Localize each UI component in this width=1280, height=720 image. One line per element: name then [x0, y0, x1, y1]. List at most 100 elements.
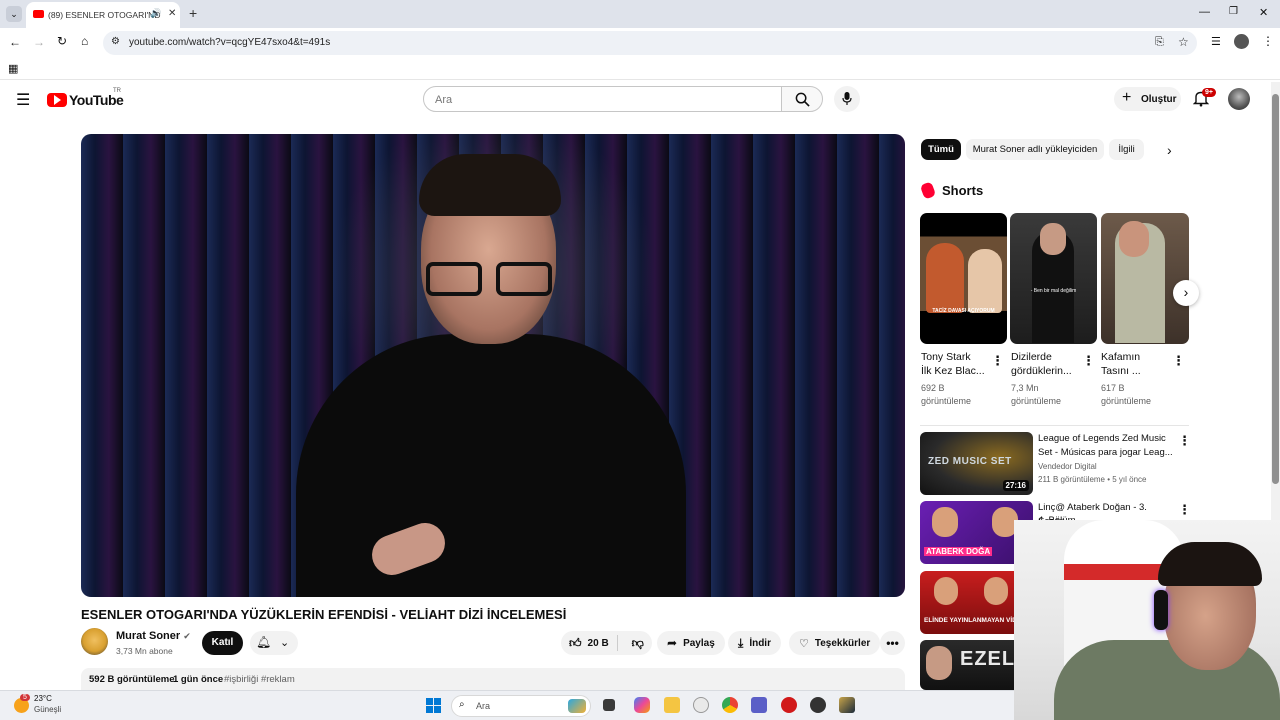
youtube-favicon-icon	[33, 10, 44, 18]
upload-age: 1 gün önce	[173, 674, 224, 685]
related-title[interactable]: Set - Músicas para jogar Leag...	[1038, 446, 1174, 460]
edge-icon[interactable]	[693, 697, 709, 713]
reload-icon[interactable]: ↻	[57, 34, 67, 48]
related-menu-icon[interactable]: ⋮	[1178, 502, 1191, 518]
hashtags[interactable]: #işbirliği #reklam	[224, 674, 295, 685]
file-explorer-icon[interactable]	[664, 697, 680, 713]
tab-list-chevron-icon[interactable]: ⌄	[6, 6, 22, 22]
task-view-icon[interactable]	[603, 699, 615, 711]
short-title[interactable]: Dizilerde	[1011, 350, 1052, 365]
browser-menu-icon[interactable]: ⋮	[1262, 34, 1274, 48]
streamer-hair	[1158, 542, 1262, 586]
chip-all[interactable]: Tümü	[921, 139, 961, 160]
chips-next-chevron-icon[interactable]: ›	[1167, 142, 1172, 158]
thanks-button[interactable]: ♡ Teşekkürler	[789, 631, 881, 655]
copilot-icon[interactable]	[634, 697, 650, 713]
reading-list-icon[interactable]: ☰	[1211, 35, 1221, 48]
app-red-icon[interactable]	[781, 697, 797, 713]
search-input[interactable]: Ara	[423, 86, 782, 112]
window-close-icon[interactable]: ✕	[1259, 6, 1268, 19]
site-info-icon[interactable]: ⚙	[111, 36, 120, 47]
search-icon: ⌕	[459, 699, 465, 710]
short-views: 7,3 Mn	[1011, 383, 1039, 393]
download-button[interactable]: ⤓ İndir	[728, 631, 781, 655]
back-icon[interactable]: ←	[9, 35, 21, 49]
profile-avatar-icon[interactable]	[1234, 34, 1249, 49]
chrome-icon[interactable]	[722, 697, 738, 713]
audio-playing-icon[interactable]: 🔊	[150, 8, 161, 19]
short-thumbnail[interactable]: - Ben bir mal değilim	[1010, 213, 1097, 344]
short-thumbnail[interactable]	[1101, 213, 1189, 344]
short-title[interactable]: Tony Stark	[921, 350, 971, 365]
short-menu-icon[interactable]: ⋮	[991, 353, 1004, 369]
account-avatar[interactable]	[1228, 88, 1250, 110]
thumbnail-face	[984, 577, 1008, 605]
short-title[interactable]: Tasını ...	[1101, 364, 1141, 379]
video-player[interactable]	[81, 134, 905, 597]
create-button[interactable]: + Oluştur	[1114, 87, 1181, 111]
subscriber-count: 3,73 Mn abone	[116, 646, 173, 656]
home-icon[interactable]: ⌂	[81, 34, 88, 48]
short-title[interactable]: gördüklerin...	[1011, 364, 1072, 379]
bell-icon: 🔔︎	[256, 635, 272, 649]
shorts-next-button[interactable]: ›	[1173, 280, 1199, 306]
share-label: Paylaş	[683, 637, 715, 649]
thumbnail-caption: ELİNDE YAYINLANMAYAN VİDEO	[924, 617, 1027, 624]
bookmark-star-icon[interactable]: ☆	[1178, 35, 1189, 49]
description-box[interactable]: 592 B görüntüleme 1 gün önce #işbirliği …	[81, 668, 905, 690]
thumbs-down-icon: 👎︎	[631, 635, 644, 650]
app-dark-icon[interactable]	[810, 697, 826, 713]
new-tab-icon[interactable]: +	[189, 5, 197, 21]
install-app-icon[interactable]: ⎘	[1155, 36, 1164, 49]
short-thumb-face	[1040, 223, 1066, 255]
short-menu-icon[interactable]: ⋮	[1082, 353, 1095, 369]
tab-close-icon[interactable]: ✕	[168, 8, 176, 19]
taskbar-search[interactable]: ⌕ Ara	[451, 695, 591, 717]
related-channel[interactable]: Vendedor Digital	[1038, 462, 1097, 471]
related-title[interactable]: League of Legends Zed Music	[1038, 432, 1174, 446]
presenter-glasses	[426, 262, 554, 298]
short-menu-icon[interactable]: ⋮	[1172, 353, 1185, 369]
short-thumbnail[interactable]: TACİZ DAVASI AÇIYORUM	[920, 213, 1007, 344]
league-icon[interactable]	[839, 697, 855, 713]
menu-hamburger-icon[interactable]: ☰	[16, 90, 30, 110]
channel-avatar[interactable]	[81, 628, 108, 655]
related-thumbnail[interactable]: ZED MUSIC SET 27:16	[920, 432, 1033, 495]
browser-tab-active[interactable]: (89) ESENLER OTOGARI'ND 🔊 ✕	[26, 2, 180, 28]
channel-name-text: Murat Soner	[116, 630, 181, 642]
share-icon: ➦	[667, 636, 678, 650]
short-title[interactable]: Kafamın	[1101, 350, 1140, 365]
notifications-button[interactable]: 9+	[1192, 88, 1216, 108]
logo-text: YouTube	[69, 92, 124, 108]
short-title[interactable]: İlk Kez Blac...	[921, 364, 985, 379]
share-button[interactable]: ➦ Paylaş	[657, 631, 725, 655]
like-button[interactable]: 👍︎ 20 B	[561, 635, 618, 651]
scrollbar-thumb[interactable]	[1272, 94, 1279, 484]
dislike-button[interactable]: 👎︎	[624, 636, 652, 651]
address-bar[interactable]: ⚙ youtube.com/watch?v=qcgYE47sxo4&t=491s…	[103, 31, 1197, 55]
subscription-bell-button[interactable]: 🔔︎ ⌄	[250, 631, 298, 655]
url-text: youtube.com/watch?v=qcgYE47sxo4&t=491s	[129, 37, 331, 48]
more-horizontal-icon: •••	[886, 636, 899, 650]
apps-grid-icon[interactable]: ▦	[8, 62, 18, 75]
chip-related[interactable]: İlgili	[1109, 139, 1144, 160]
start-windows-icon[interactable]	[426, 698, 441, 713]
forward-icon[interactable]: →	[33, 35, 45, 49]
search-button[interactable]	[781, 86, 823, 112]
voice-search-button[interactable]	[834, 86, 860, 112]
channel-name[interactable]: Murat Soner ✔	[116, 630, 191, 642]
teams-icon[interactable]	[751, 697, 767, 713]
browser-toolbar: ← → ↻ ⌂ ⚙ youtube.com/watch?v=qcgYE47sxo…	[0, 28, 1280, 58]
presenter-figure	[296, 334, 686, 597]
related-menu-icon[interactable]: ⋮	[1178, 433, 1191, 449]
short-caption: - Ben bir mal değilim	[1030, 288, 1077, 294]
short-views: 692 B	[921, 383, 945, 393]
weather-temp: 23°C	[34, 694, 52, 703]
restore-icon[interactable]: ❐	[1229, 6, 1238, 17]
more-actions-button[interactable]: •••	[880, 631, 905, 655]
minimize-icon[interactable]: —	[1199, 6, 1210, 18]
join-label: Katıl	[211, 637, 234, 648]
search-placeholder: Ara	[435, 94, 453, 106]
chip-from-uploader[interactable]: Murat Soner adlı yükleyiciden	[966, 139, 1104, 160]
join-button[interactable]: Katıl	[202, 631, 243, 655]
